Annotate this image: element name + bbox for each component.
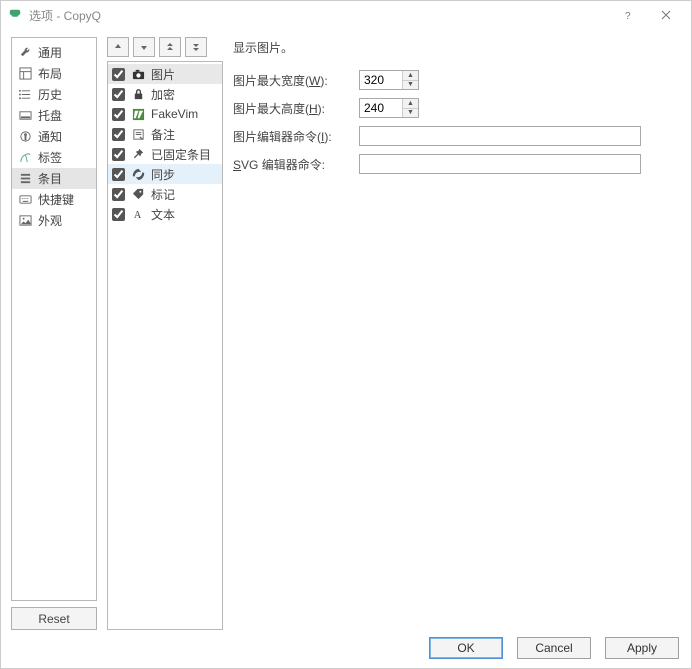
move-top-button[interactable] [159, 37, 181, 57]
plugin-item-7[interactable]: A 文本 [108, 204, 222, 224]
app-icon [7, 7, 23, 23]
sidebar-item-6[interactable]: 条目 [12, 168, 96, 189]
sidebar-item-2[interactable]: 历史 [12, 84, 96, 105]
sidebar-item-7[interactable]: 快捷键 [12, 189, 96, 210]
image-editor-input[interactable] [359, 126, 641, 146]
vim-icon [131, 107, 145, 121]
move-bottom-button[interactable] [185, 37, 207, 57]
max-height-input[interactable] [360, 99, 402, 117]
wrench-icon [18, 46, 32, 60]
svg-editor-input[interactable] [359, 154, 641, 174]
layout-icon [18, 67, 32, 81]
reset-button[interactable]: Reset [11, 607, 97, 630]
text-a-icon: A [131, 207, 145, 221]
plugin-checkbox[interactable] [112, 108, 125, 121]
move-down-button[interactable] [133, 37, 155, 57]
panel-heading: 显示图片。 [233, 39, 681, 56]
plugin-checkbox[interactable] [112, 168, 125, 181]
max-width-spinner[interactable]: ▲ ▼ [359, 70, 419, 90]
close-button[interactable] [647, 4, 685, 26]
lock-icon [131, 87, 145, 101]
spin-down-icon[interactable]: ▼ [403, 108, 418, 118]
plugin-checklist: 图片加密 FakeVim 备注已固定条目同步标记 A 文本 [107, 61, 223, 630]
plugin-item-label: 标记 [151, 186, 175, 203]
plugin-item-label: 备注 [151, 126, 175, 143]
spin-down-icon[interactable]: ▼ [403, 80, 418, 90]
sidebar-item-1[interactable]: 布局 [12, 63, 96, 84]
move-up-button[interactable] [107, 37, 129, 57]
sidebar-item-label: 托盘 [38, 107, 62, 124]
tag-icon [18, 151, 32, 165]
max-height-spinner[interactable]: ▲ ▼ [359, 98, 419, 118]
plugin-item-label: FakeVim [151, 107, 198, 121]
svg-editor-label: SVG 编辑器命令: [233, 156, 353, 173]
help-button[interactable]: ? [609, 4, 647, 26]
plugin-item-1[interactable]: 加密 [108, 84, 222, 104]
note-icon [131, 127, 145, 141]
plugin-checkbox[interactable] [112, 208, 125, 221]
dialog-footer: OK Cancel Apply [1, 634, 691, 668]
plugin-item-5[interactable]: 同步 [108, 164, 222, 184]
max-width-label: 图片最大宽度(W): [233, 72, 353, 89]
image-icon [18, 214, 32, 228]
plugin-item-2[interactable]: FakeVim [108, 104, 222, 124]
plugin-checkbox[interactable] [112, 128, 125, 141]
pricetag-icon [131, 187, 145, 201]
plugin-item-label: 文本 [151, 206, 175, 223]
apply-button[interactable]: Apply [605, 637, 679, 659]
sidebar-item-label: 历史 [38, 86, 62, 103]
list-icon [18, 88, 32, 102]
plugin-item-4[interactable]: 已固定条目 [108, 144, 222, 164]
plugin-checkbox[interactable] [112, 88, 125, 101]
tray-icon [18, 109, 32, 123]
plugin-item-0[interactable]: 图片 [108, 64, 222, 84]
hamburger-icon [18, 172, 32, 186]
sidebar-item-label: 标签 [38, 149, 62, 166]
plugin-checkbox[interactable] [112, 148, 125, 161]
plugin-item-3[interactable]: 备注 [108, 124, 222, 144]
sync-icon [131, 167, 145, 181]
sidebar-item-label: 条目 [38, 170, 62, 187]
plugin-item-label: 加密 [151, 86, 175, 103]
sidebar-item-label: 外观 [38, 212, 62, 229]
keyboard-icon [18, 193, 32, 207]
spin-up-icon[interactable]: ▲ [403, 71, 418, 80]
titlebar: 选项 - CopyQ ? [1, 1, 691, 29]
plugin-item-label: 已固定条目 [151, 146, 211, 163]
svg-text:A: A [133, 210, 141, 221]
sidebar-item-label: 快捷键 [38, 191, 74, 208]
window-title: 选项 - CopyQ [29, 7, 609, 24]
sidebar-item-5[interactable]: 标签 [12, 147, 96, 168]
image-editor-label: 图片编辑器命令(I): [233, 128, 353, 145]
max-height-label: 图片最大高度(H): [233, 100, 353, 117]
plugin-checkbox[interactable] [112, 188, 125, 201]
sidebar-item-4[interactable]: 通知 [12, 126, 96, 147]
sidebar-item-0[interactable]: 通用 [12, 42, 96, 63]
sidebar-item-label: 通用 [38, 44, 62, 61]
settings-panel: 显示图片。 图片最大宽度(W): ▲ ▼ 图片最大高度(H): ▲ [233, 37, 681, 630]
sidebar-item-8[interactable]: 外观 [12, 210, 96, 231]
svg-text:?: ? [625, 11, 631, 20]
plugin-checkbox[interactable] [112, 68, 125, 81]
plugin-item-6[interactable]: 标记 [108, 184, 222, 204]
sidebar-item-label: 布局 [38, 65, 62, 82]
plugin-item-label: 图片 [151, 66, 175, 83]
bell-icon [18, 130, 32, 144]
reorder-toolbar [107, 37, 223, 57]
sidebar-item-3[interactable]: 托盘 [12, 105, 96, 126]
ok-button[interactable]: OK [429, 637, 503, 659]
max-width-input[interactable] [360, 71, 402, 89]
camera-icon [131, 67, 145, 81]
pin-icon [131, 147, 145, 161]
sidebar-item-label: 通知 [38, 128, 62, 145]
plugin-item-label: 同步 [151, 166, 175, 183]
category-sidebar: 通用布局历史托盘通知标签条目快捷键外观 [11, 37, 97, 601]
spin-up-icon[interactable]: ▲ [403, 99, 418, 108]
cancel-button[interactable]: Cancel [517, 637, 591, 659]
